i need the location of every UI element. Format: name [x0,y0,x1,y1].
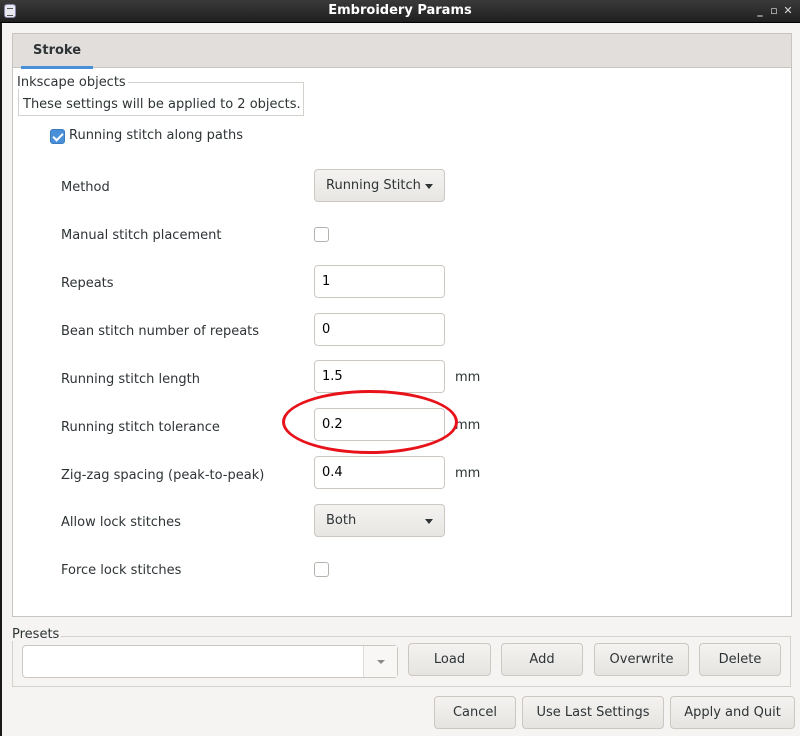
tab-stroke[interactable]: Stroke [21,34,94,69]
preset-combo[interactable] [22,645,398,678]
close-icon[interactable]: ✕ [782,4,794,18]
zigzag-spacing-unit: mm [455,466,481,481]
preset-dropdown-button[interactable] [363,646,397,677]
force-lock-checkbox[interactable] [314,562,329,577]
title-bar[interactable]: Embroidery Params _ ▫ ✕ [0,0,800,23]
chevron-down-icon [425,519,433,524]
zigzag-spacing-input[interactable] [314,456,445,489]
delete-preset-button[interactable]: Delete [699,643,781,676]
apply-and-quit-button[interactable]: Apply and Quit [670,696,795,729]
objects-count-text: These settings will be applied to 2 obje… [23,97,301,112]
chevron-down-icon [425,184,433,189]
params-notebook: Stroke Inkscape objects These settings w… [12,33,792,617]
allow-lock-dropdown[interactable]: Both [314,504,445,537]
method-dropdown[interactable]: Running Stitch [314,169,445,202]
running-stitch-enable-checkbox[interactable] [50,129,65,144]
maximize-icon[interactable]: ▫ [768,4,780,18]
bean-stitch-input[interactable] [314,313,445,346]
stitch-length-input[interactable] [314,360,445,393]
method-value: Running Stitch [326,178,421,193]
overwrite-preset-button[interactable]: Overwrite [594,643,689,676]
stitch-length-label: Running stitch length [61,372,200,387]
force-lock-label: Force lock stitches [61,563,182,578]
allow-lock-label: Allow lock stitches [61,515,181,530]
repeats-input[interactable] [314,265,445,298]
window-border [0,23,2,736]
minimize-icon[interactable]: _ [754,4,766,18]
load-preset-button[interactable]: Load [408,643,491,676]
stitch-tolerance-input[interactable] [314,408,445,441]
cancel-button[interactable]: Cancel [434,696,516,729]
window-title: Embroidery Params [328,3,472,18]
use-last-settings-button[interactable]: Use Last Settings [522,696,664,729]
zigzag-spacing-label: Zig-zag spacing (peak-to-peak) [61,468,265,483]
repeats-label: Repeats [61,276,114,291]
stitch-tolerance-label: Running stitch tolerance [61,420,220,435]
stitch-tolerance-unit: mm [455,418,481,433]
preset-name-input[interactable] [23,646,363,677]
inkscape-objects-legend: Inkscape objects [17,75,128,90]
stitch-length-unit: mm [455,370,481,385]
presets-legend: Presets [12,627,62,642]
tab-bar: Stroke [13,34,791,69]
running-stitch-enable-label: Running stitch along paths [69,128,243,143]
allow-lock-value: Both [326,513,357,528]
manual-stitch-checkbox[interactable] [314,227,329,242]
add-preset-button[interactable]: Add [501,643,583,676]
manual-stitch-label: Manual stitch placement [61,228,222,243]
method-label: Method [61,180,110,195]
bean-stitch-label: Bean stitch number of repeats [61,324,260,339]
